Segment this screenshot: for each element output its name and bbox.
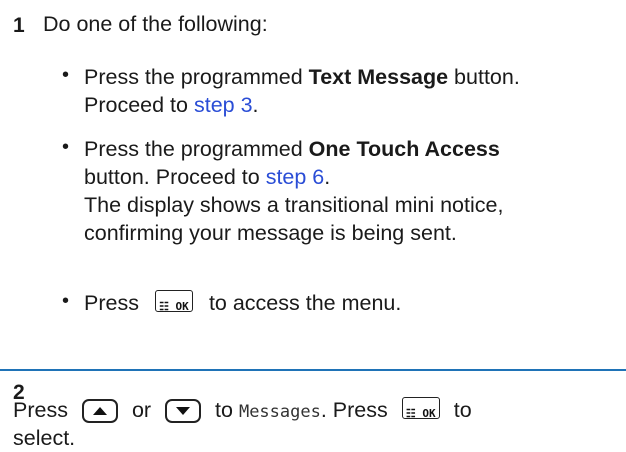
one-touch-access-label: One Touch Access <box>308 137 500 161</box>
item-2-line-2: button. Proceed to step 6. <box>84 165 331 189</box>
step-2-line-2: select. <box>13 426 76 450</box>
menu-ok-icon: ☷ OK <box>154 290 193 313</box>
step-6-link[interactable]: step 6 <box>266 165 325 189</box>
step-1-intro: Do one of the following: <box>43 12 268 36</box>
messages-menu-item: Messages <box>238 402 321 422</box>
step-3-link[interactable]: step 3 <box>194 93 253 117</box>
menu-ok-icon: ☷ OK <box>401 397 440 420</box>
step-2-line-1: Press or to Messages. Press ☷ OK to <box>13 397 472 424</box>
down-arrow-icon <box>165 399 202 424</box>
item-1-line-2: Proceed to step 3. <box>84 93 259 117</box>
item-2-line-3: The display shows a transitional mini no… <box>84 193 504 217</box>
item-2-line-4: confirming your message is being sent. <box>84 221 457 245</box>
up-arrow-icon <box>81 399 118 424</box>
section-divider <box>0 369 626 371</box>
item-1-line-1: Press the programmed Text Message button… <box>84 65 520 89</box>
text-message-label: Text Message <box>308 65 449 89</box>
bullet: • <box>62 136 70 158</box>
item-3-line: Press ☷ OK to access the menu. <box>84 290 402 315</box>
step-number-1: 1 <box>13 14 25 37</box>
bullet: • <box>62 64 70 86</box>
bullet: • <box>62 290 70 312</box>
item-2-line-1: Press the programmed One Touch Access <box>84 137 500 161</box>
